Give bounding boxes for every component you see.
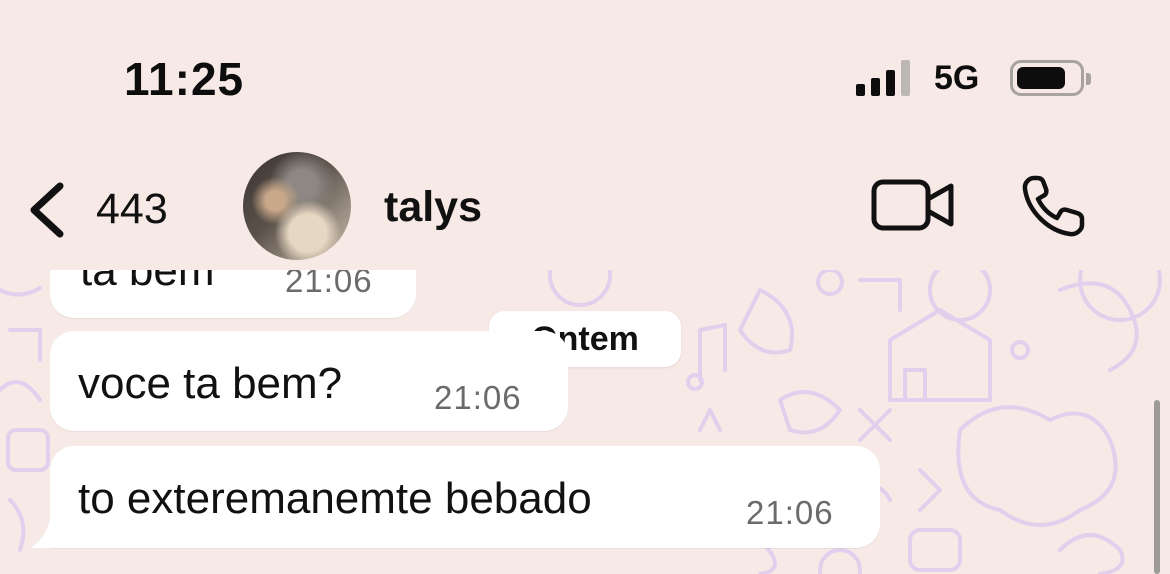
message-bubble[interactable]: to exteremanemte bebado 21:06	[50, 446, 880, 548]
message-bubble[interactable]: voce ta bem? 21:06	[50, 331, 568, 431]
chat-area[interactable]: ta bem 21:06 Ontem voce ta bem? 21:06 to…	[0, 270, 1170, 574]
signal-icon	[856, 60, 916, 96]
message-bubble[interactable]: ta bem 21:06	[50, 270, 416, 318]
avatar[interactable]	[243, 152, 351, 260]
status-bar: 11:25 5G	[0, 0, 1170, 150]
message-text: voce ta bem?	[78, 359, 343, 408]
contact-name[interactable]: talys	[384, 183, 482, 232]
battery-icon	[1010, 60, 1091, 96]
message-time: 21:06	[434, 379, 522, 416]
message-text: to exteremanemte bebado	[78, 474, 592, 523]
video-call-icon[interactable]	[870, 178, 956, 232]
chevron-left-icon[interactable]	[24, 180, 74, 240]
message-time: 21:06	[285, 270, 373, 299]
status-time: 11:25	[124, 53, 245, 105]
phone-icon[interactable]	[1020, 173, 1090, 239]
network-type: 5G	[934, 59, 980, 97]
scrollbar[interactable]	[1154, 400, 1160, 574]
chat-header: 443 talys	[0, 150, 1170, 270]
message-text: ta bem	[80, 270, 215, 295]
back-unread-count[interactable]: 443	[96, 185, 168, 234]
message-time: 21:06	[746, 494, 834, 531]
